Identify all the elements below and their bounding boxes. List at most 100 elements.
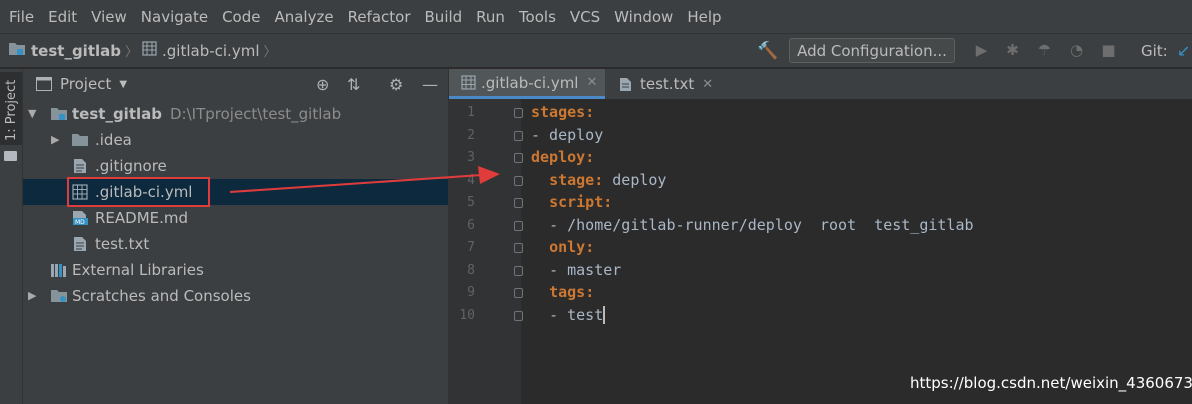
project-tool-tab-label: 1: Project — [4, 79, 19, 141]
tree-item-label: .gitignore — [95, 157, 167, 175]
yaml-value: deploy — [612, 170, 667, 189]
collapse-arrow-icon[interactable]: ▶ — [51, 133, 59, 146]
menu-item-navigate[interactable]: Navigate — [134, 8, 215, 26]
folder-icon — [4, 151, 17, 161]
tab-gitlab-ci[interactable]: .gitlab-ci.yml ✕ — [449, 69, 605, 99]
expand-arrow-icon[interactable]: ▼ — [28, 107, 36, 120]
close-icon[interactable]: ✕ — [702, 77, 713, 92]
menu-item-tools[interactable]: Tools — [512, 8, 563, 26]
collapse-arrow-icon[interactable]: ▶ — [28, 289, 36, 302]
code-line: script: — [531, 193, 612, 211]
tab-test-txt[interactable]: test.txt ✕ — [605, 69, 723, 99]
yaml-separator: : — [603, 193, 613, 211]
project-folder-icon — [50, 106, 67, 122]
yaml-key: stages — [531, 103, 586, 121]
tool-window-strip: 1: Project — [0, 69, 23, 404]
coverage-icon[interactable]: ☂ — [1036, 42, 1053, 59]
yaml-key: only — [549, 238, 586, 256]
tree-root-path: D:\ITproject\test_gitlab — [170, 105, 342, 123]
code-line: only: — [531, 238, 594, 256]
tree-item-test-txt[interactable]: test.txt — [23, 231, 448, 257]
tree-item-label: External Libraries — [72, 261, 204, 279]
yaml-separator: : — [585, 238, 595, 256]
add-configuration-button[interactable]: Add Configuration... — [789, 38, 955, 63]
build-hammer-icon[interactable]: 🔨 — [757, 41, 778, 61]
yaml-separator: : — [585, 103, 595, 121]
git-update-icon[interactable]: ↙ — [1177, 41, 1190, 60]
chevron-down-icon[interactable]: ▼ — [119, 79, 127, 90]
locate-target-icon[interactable]: ⊕ — [316, 75, 329, 94]
yaml-separator: : — [594, 170, 613, 189]
yaml-file-icon — [142, 41, 157, 60]
code-area[interactable]: stages: - deploy deploy: stage: deploy scr… — [449, 99, 1192, 404]
text-file-icon — [73, 236, 89, 252]
text-caret — [603, 306, 606, 324]
menu-item-build[interactable]: Build — [418, 8, 470, 26]
menu-item-run[interactable]: Run — [469, 8, 512, 26]
breadcrumb-project[interactable]: test_gitlab — [31, 42, 121, 60]
highlight-box — [67, 177, 210, 207]
folder-icon — [71, 132, 88, 148]
gear-icon[interactable]: ⚙ — [389, 75, 403, 94]
close-icon[interactable]: ✕ — [586, 75, 597, 90]
navigation-bar: test_gitlab 〉 .gitlab-ci.yml 〉 🔨 Add Con… — [0, 34, 1192, 68]
text-file-icon — [619, 77, 632, 92]
code-line: - deploy — [531, 126, 603, 144]
tree-item-idea[interactable]: ▶ .idea — [23, 127, 448, 153]
code-line: stages: — [531, 103, 594, 121]
code-line: stage: deploy — [531, 171, 666, 189]
tree-item-scratches[interactable]: ▶ Scratches and Consoles — [23, 283, 448, 309]
breadcrumb-separator: 〉 — [125, 45, 139, 60]
menu-item-file[interactable]: File — [2, 8, 41, 26]
yaml-separator: : — [585, 148, 595, 166]
debug-icon[interactable]: ✱ — [1004, 42, 1021, 59]
tree-root-label: test_gitlab — [72, 105, 162, 123]
tree-item-label: .idea — [95, 131, 132, 149]
tree-item-external-libraries[interactable]: External Libraries — [23, 257, 448, 283]
project-panel: Project ▼ ⊕ ⇅ ⚙ — ▼ test_gitlab D:\ITproj… — [23, 69, 448, 404]
tree-item-readme[interactable]: MD README.md — [23, 205, 448, 231]
menu-item-edit[interactable]: Edit — [41, 8, 84, 26]
editor-panel: .gitlab-ci.yml ✕ test.txt ✕ 1 2 3 4 5 6 7 8 9 10 … — [448, 69, 1192, 404]
menu-item-window[interactable]: Window — [607, 8, 680, 26]
profile-icon[interactable]: ◔ — [1068, 42, 1085, 59]
code-line: tags: — [531, 283, 594, 301]
project-panel-header: Project ▼ ⊕ ⇅ ⚙ — — [23, 69, 448, 99]
menu-item-help[interactable]: Help — [680, 8, 728, 26]
tab-label: test.txt — [640, 75, 695, 93]
menu-item-code[interactable]: Code — [215, 8, 267, 26]
tree-root[interactable]: ▼ test_gitlab D:\ITproject\test_gitlab — [23, 101, 448, 127]
yaml-key: tags — [549, 283, 586, 301]
yaml-value: - deploy — [531, 125, 604, 144]
menu-bar: File Edit View Navigate Code Analyze Refactor B… — [0, 0, 1192, 34]
yaml-value: - test — [549, 305, 604, 324]
breadcrumb: test_gitlab 〉 .gitlab-ci.yml 〉 — [0, 41, 281, 60]
menu-item-vcs[interactable]: VCS — [563, 8, 607, 26]
run-icon[interactable]: ▶ — [973, 42, 990, 59]
menu-item-analyze[interactable]: Analyze — [267, 8, 340, 26]
code-line: - /home/gitlab-runner/deploy root test_g… — [531, 215, 974, 234]
tree-item-gitignore[interactable]: .gitignore — [23, 153, 448, 179]
yaml-file-icon — [461, 75, 476, 90]
project-view-selector[interactable]: Project — [60, 75, 111, 93]
library-icon — [50, 262, 66, 278]
tree-item-label: test.txt — [95, 235, 150, 253]
stop-icon[interactable]: ■ — [1100, 42, 1117, 59]
menu-item-view[interactable]: View — [84, 8, 134, 26]
markdown-file-icon: MD — [72, 210, 88, 226]
svg-text:MD: MD — [75, 219, 85, 226]
yaml-value: - /home/gitlab-runner/deploy root test_g… — [549, 215, 974, 234]
code-line: - master — [531, 261, 621, 279]
hide-panel-icon[interactable]: — — [422, 75, 438, 94]
menu-item-refactor[interactable]: Refactor — [341, 8, 418, 26]
collapse-all-icon[interactable]: ⇅ — [347, 75, 360, 94]
git-label: Git: — [1141, 42, 1168, 60]
code-line: deploy: — [531, 148, 594, 166]
yaml-separator: : — [585, 283, 595, 301]
breadcrumb-file[interactable]: .gitlab-ci.yml — [162, 42, 259, 60]
tab-label: .gitlab-ci.yml — [481, 73, 579, 92]
